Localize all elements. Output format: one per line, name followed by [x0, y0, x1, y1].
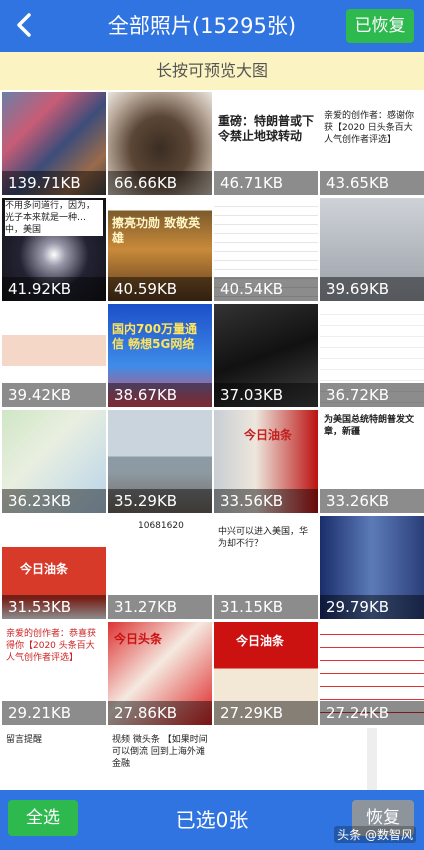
photo-size: 39.69KB	[320, 277, 424, 301]
photo-size: 27.86KB	[108, 701, 212, 725]
photo-size: 139.71KB	[2, 171, 106, 195]
photo-tile[interactable]: 重磅：特朗普或下令禁止地球转动 46.71KB	[214, 92, 318, 195]
photo-grid: 139.71KB 66.66KB 重磅：特朗普或下令禁止地球转动 46.71KB…	[0, 90, 424, 790]
photo-tile[interactable]: 亲爱的创作者：恭喜获得你【2020 头条百大人气创作者评选】 29.21KB	[2, 622, 106, 725]
photo-size: 35.29KB	[108, 489, 212, 513]
photo-tile[interactable]: 39.69KB	[320, 198, 424, 301]
photo-tile[interactable]: 国内700万量通信 畅想5G网络 38.67KB	[108, 304, 212, 407]
photo-size: 31.27KB	[108, 595, 212, 619]
photo-tile[interactable]: 今日头条 27.86KB	[108, 622, 212, 725]
photo-tile[interactable]: 29.79KB	[320, 516, 424, 619]
photo-tile[interactable]: 亲爱的创作者：感谢你获【2020 日头条百大人气创作者评选】 43.65KB	[320, 92, 424, 195]
photo-tile[interactable]: 36.72KB	[320, 304, 424, 407]
photo-tile[interactable]: 为美国总统特朗普发文章，新疆 33.26KB	[320, 410, 424, 513]
photo-size: 31.15KB	[214, 595, 318, 619]
photo-tile[interactable]: 35.29KB	[108, 410, 212, 513]
photo-tile[interactable]: 66.66KB	[108, 92, 212, 195]
watermark: 头条 @数智风	[334, 826, 416, 843]
top-bar: 全部照片(15295张) 已恢复	[0, 0, 424, 52]
photo-tile[interactable]: 27.24KB	[320, 622, 424, 725]
photo-tile[interactable]	[320, 728, 424, 790]
photo-tile[interactable]: 37.03KB	[214, 304, 318, 407]
photo-size: 27.29KB	[214, 701, 318, 725]
photo-tile[interactable]: 今日油条 33.56KB	[214, 410, 318, 513]
bottom-bar: 全选 已选0张 恢复 头条 @数智风	[0, 790, 424, 850]
photo-size: 29.21KB	[2, 701, 106, 725]
photo-size: 43.65KB	[320, 171, 424, 195]
photo-size: 40.59KB	[108, 277, 212, 301]
photo-tile[interactable]: 10681620 31.27KB	[108, 516, 212, 619]
photo-size: 33.26KB	[320, 489, 424, 513]
preview-hint: 长按可预览大图	[0, 52, 424, 90]
photo-size: 36.23KB	[2, 489, 106, 513]
photo-tile[interactable]: 留言提醒	[2, 728, 106, 790]
photo-size: 31.53KB	[2, 595, 106, 619]
photo-tile[interactable]: 不用多问道行，因为，光子本来就是一种… 中，美国 41.92KB	[2, 198, 106, 301]
photo-size: 46.71KB	[214, 171, 318, 195]
photo-size: 29.79KB	[320, 595, 424, 619]
photo-tile[interactable]: 今日油条 31.53KB	[2, 516, 106, 619]
back-arrow-icon[interactable]	[10, 10, 40, 40]
photo-tile[interactable]: 中兴可以进入美国，华为却不行？ 31.15KB	[214, 516, 318, 619]
photo-size: 37.03KB	[214, 383, 318, 407]
photo-size: 38.67KB	[108, 383, 212, 407]
photo-tile[interactable]	[214, 728, 318, 790]
photo-tile[interactable]: 39.42KB	[2, 304, 106, 407]
photo-tile[interactable]: 36.23KB	[2, 410, 106, 513]
photo-tile[interactable]: 擦亮功勋 致敬英雄 40.59KB	[108, 198, 212, 301]
photo-tile[interactable]: 139.71KB	[2, 92, 106, 195]
photo-size: 40.54KB	[214, 277, 318, 301]
photo-size: 33.56KB	[214, 489, 318, 513]
page-title: 全部照片(15295张)	[107, 14, 297, 38]
photo-size: 36.72KB	[320, 383, 424, 407]
photo-size: 66.66KB	[108, 171, 212, 195]
photo-tile[interactable]: 今日油条 27.29KB	[214, 622, 318, 725]
photo-size: 27.24KB	[320, 701, 424, 725]
photo-size: 39.42KB	[2, 383, 106, 407]
selected-count: 已选0张	[175, 808, 249, 832]
photo-tile[interactable]: 视频 微头条 【如果时间可以倒流 回到上海外滩金融	[108, 728, 212, 790]
photo-tile[interactable]: 40.54KB	[214, 198, 318, 301]
restored-button[interactable]: 已恢复	[346, 9, 414, 43]
photo-size: 41.92KB	[2, 277, 106, 301]
select-all-button[interactable]: 全选	[8, 800, 78, 836]
